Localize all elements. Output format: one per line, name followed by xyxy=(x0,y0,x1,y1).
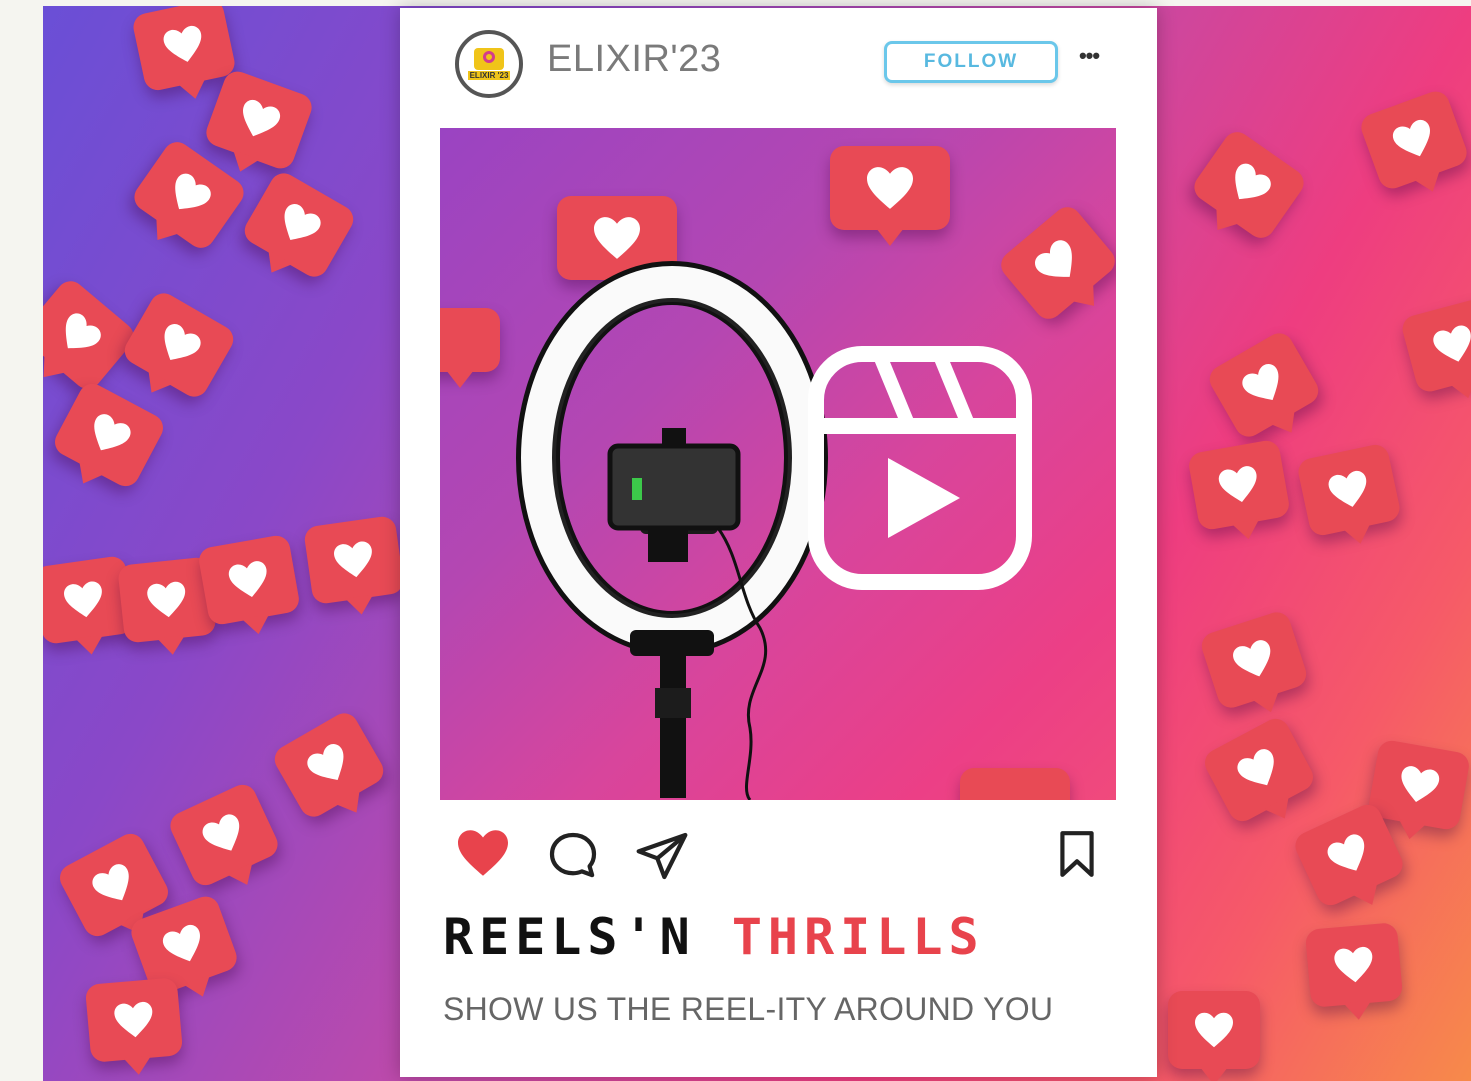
heart-notification-icon xyxy=(269,708,389,822)
heart-notification-icon xyxy=(130,6,238,93)
more-options-icon[interactable]: ••• xyxy=(1072,45,1106,70)
profile-username[interactable]: ELIXIR'23 xyxy=(547,38,721,81)
heart-notification-icon xyxy=(1399,295,1471,395)
follow-button[interactable]: FOLLOW xyxy=(884,41,1058,83)
bookmark-icon xyxy=(1060,831,1094,877)
heart-notification-icon xyxy=(1186,438,1292,532)
heart-notification-icon xyxy=(1168,991,1260,1081)
heart-notification-icon xyxy=(43,275,140,395)
save-button[interactable] xyxy=(1052,828,1108,884)
post-header: ELIXIR '23 ELIXIR'23 FOLLOW ••• xyxy=(400,8,1157,118)
heart-notification-icon xyxy=(1198,608,1310,712)
like-button[interactable] xyxy=(455,828,511,884)
heart-notification-icon xyxy=(196,533,302,627)
heart-notification-icon xyxy=(165,780,283,890)
avatar-label: ELIXIR '23 xyxy=(467,71,511,80)
paper-plane-icon xyxy=(636,832,688,880)
title-part-1: REELS'N xyxy=(443,908,696,966)
heart-filled-icon xyxy=(458,830,508,876)
post-subtitle: SHOW US THE REEL-ITY AROUND YOU xyxy=(443,991,1054,1027)
heart-notification-icon xyxy=(239,168,359,282)
heart-notification-icon xyxy=(1200,713,1318,827)
heart-notification-icon xyxy=(50,378,168,492)
heart-notification-icon xyxy=(1295,442,1403,538)
comment-bubble-icon xyxy=(549,832,597,878)
share-button[interactable] xyxy=(632,828,688,884)
heart-notification-icon xyxy=(1357,87,1471,193)
profile-avatar[interactable]: ELIXIR '23 xyxy=(455,30,523,98)
reels-icon xyxy=(808,346,1032,590)
heart-notification-icon xyxy=(119,288,239,402)
post-image[interactable] xyxy=(440,128,1116,800)
post-card: ELIXIR '23 ELIXIR'23 FOLLOW ••• REELS'N … xyxy=(400,8,1157,1077)
post-actions xyxy=(400,828,1157,888)
post-title: REELS'N THRILLS xyxy=(443,908,985,966)
heart-notification-icon xyxy=(84,977,184,1063)
comment-button[interactable] xyxy=(545,828,601,884)
title-part-2: THRILLS xyxy=(731,908,985,966)
heart-notification-icon xyxy=(202,67,316,173)
heart-notification-icon xyxy=(1188,126,1310,244)
elixir-logo-icon xyxy=(474,48,504,70)
heart-notification-icon xyxy=(1204,328,1324,442)
heart-notification-icon xyxy=(303,514,405,606)
heart-notification-icon xyxy=(1304,922,1404,1008)
